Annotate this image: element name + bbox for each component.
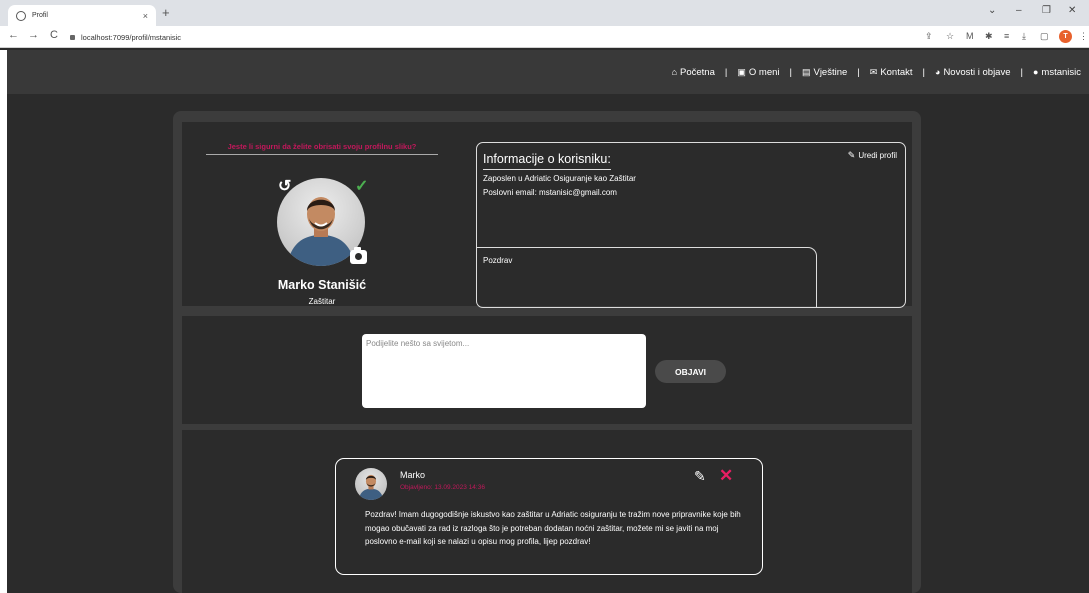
edit-post-icon[interactable]: ✎	[694, 468, 706, 485]
tab-close-icon[interactable]: ×	[143, 11, 148, 21]
tab-search-icon[interactable]: ⌄	[988, 5, 996, 16]
comments-icon: ◕	[935, 67, 941, 77]
nav-separator: |	[789, 66, 792, 78]
nav-user[interactable]: ● mstanisic	[1033, 67, 1081, 78]
camera-icon[interactable]	[350, 247, 367, 264]
browser-tab-strip: Profil × + ⌄ – ❐ ✕	[0, 0, 1089, 26]
nav-user-label: mstanisic	[1041, 66, 1081, 78]
edit-profile-button[interactable]: ✎ Uredi profil	[848, 150, 897, 161]
user-info-title: Informacije o korisniku:	[483, 152, 611, 170]
envelope-icon: ✉	[869, 66, 878, 77]
nav-separator: |	[922, 66, 925, 78]
browser-tab[interactable]: Profil ×	[8, 5, 156, 26]
user-edit-icon: ✎	[847, 150, 856, 160]
forward-button[interactable]: →	[28, 29, 39, 41]
edit-profile-label: Uredi profil	[858, 151, 897, 160]
id-card-icon: ▣	[737, 66, 746, 77]
close-window-button[interactable]: ✕	[1068, 5, 1076, 16]
extension-m-icon[interactable]: M	[966, 31, 974, 41]
minimize-button[interactable]: –	[1016, 5, 1022, 16]
employment-text: Zaposlen u Adriatic Osiguranje kao Zašti…	[483, 174, 636, 183]
post-author: Marko	[400, 470, 426, 480]
reading-list-icon[interactable]: ≡	[1004, 31, 1009, 41]
address-bar: ← → C localhost:7099/profil/mstanisic ⇪ …	[0, 26, 1089, 48]
profile-avatar-button[interactable]: T	[1059, 30, 1072, 43]
nav-home-label: Početna	[680, 66, 715, 78]
url-text: localhost:7099/profil/mstanisic	[81, 32, 182, 42]
business-email-text: Poslovni email: mstanisic@gmail.com	[483, 188, 617, 197]
back-button[interactable]: ←	[8, 29, 19, 41]
user-info-box: Informacije o korisniku: ✎ Uredi profil …	[476, 142, 906, 308]
maximize-button[interactable]: ❐	[1042, 5, 1051, 16]
nav-skills[interactable]: ▤ Vještine	[802, 67, 847, 78]
new-tab-button[interactable]: +	[162, 5, 170, 20]
nav-news[interactable]: ◕ Novosti i objave	[935, 67, 1011, 78]
extensions-puzzle-icon[interactable]: ✱	[985, 31, 993, 42]
url-field[interactable]: localhost:7099/profil/mstanisic	[70, 30, 910, 44]
share-icon[interactable]: ⇪	[925, 31, 933, 42]
site-navbar: ⌂ Početna | ▣ O meni | ▤ Vještine | ✉ Kontak…	[7, 50, 1089, 94]
nav-news-label: Novosti i objave	[943, 66, 1011, 78]
user-full-name: Marko Stanišić	[277, 278, 367, 292]
post-date: Objavljeno: 13.09.2023 14:36	[400, 484, 485, 491]
post-body: Pozdrav! Imam dugogodišnje iskustvo kao …	[365, 510, 741, 546]
profile-panel: Jeste li sigurni da želite obrisati svoj…	[173, 111, 921, 593]
publish-button[interactable]: OBJAVI	[655, 360, 726, 383]
composer-card: OBJAVI	[182, 316, 912, 424]
bio-text: Pozdrav	[483, 256, 513, 265]
nav-contact-label: Kontakt	[880, 66, 913, 78]
user-role: Zaštitar	[308, 297, 336, 306]
nav-home[interactable]: ⌂ Početna	[672, 67, 715, 78]
profile-card: Jeste li sigurni da želite obrisati svoj…	[182, 122, 912, 308]
post-avatar-illustration	[358, 474, 384, 500]
tab-title: Profil	[32, 12, 48, 19]
reload-button[interactable]: C	[50, 29, 58, 41]
posts-card: Marko Objavljeno: 13.09.2023 14:36 ✎ ✕ P…	[182, 430, 912, 593]
lock-icon	[70, 34, 75, 40]
home-icon: ⌂	[671, 67, 678, 77]
menu-kebab-icon[interactable]: ⋮	[1079, 31, 1088, 42]
post-card: Marko Objavljeno: 13.09.2023 14:36 ✎ ✕ P…	[335, 458, 763, 575]
nav-separator: |	[724, 66, 728, 78]
document-icon: ▤	[801, 66, 811, 77]
nav-about-label: O meni	[748, 66, 780, 78]
bookmark-star-icon[interactable]: ☆	[946, 31, 954, 42]
confirm-check-icon[interactable]: ✓	[355, 176, 368, 196]
user-icon: ●	[1032, 67, 1039, 77]
delete-post-icon[interactable]: ✕	[719, 466, 733, 486]
nav-separator: |	[857, 66, 860, 78]
bio-box: Pozdrav	[477, 247, 817, 308]
post-input[interactable]	[362, 334, 646, 408]
nav-skills-label: Vještine	[813, 66, 848, 78]
delete-picture-confirm-text: Jeste li sigurni da želite obrisati svoj…	[206, 142, 438, 155]
avatar	[355, 468, 387, 500]
nav-separator: |	[1020, 66, 1023, 78]
page-left-gutter	[0, 50, 7, 593]
globe-icon	[16, 10, 26, 21]
side-panel-icon[interactable]: ▢	[1040, 31, 1049, 42]
nav-contact[interactable]: ✉ Kontakt	[870, 67, 913, 78]
download-icon[interactable]: ⤓	[1022, 31, 1026, 42]
nav-about[interactable]: ▣ O meni	[737, 67, 779, 78]
